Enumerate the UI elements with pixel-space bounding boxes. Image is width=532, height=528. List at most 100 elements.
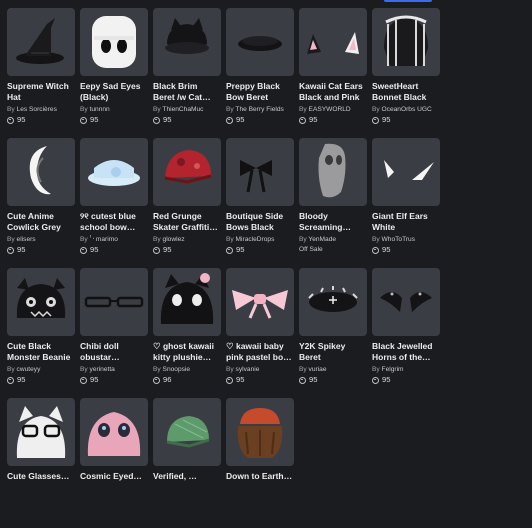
creator-name[interactable]: yerinetta xyxy=(90,366,115,373)
item-creator[interactable]: By tunnnn xyxy=(80,105,148,114)
item-card[interactable]: Chibi doll obustar glasse… By yerinetta … xyxy=(80,268,148,398)
item-card[interactable]: Eepy Sad Eyes (Black) By tunnnn 95 xyxy=(80,8,148,138)
item-card[interactable]: Cosmic Eyed… xyxy=(80,398,148,528)
creator-name[interactable]: YenMade xyxy=(308,236,336,243)
item-name[interactable]: Cute Black Monster Beanie xyxy=(7,341,75,363)
item-name[interactable]: Y2K Spikey Beret xyxy=(299,341,367,363)
creator-name[interactable]: tunnnn xyxy=(90,106,110,113)
item-thumbnail[interactable] xyxy=(80,268,148,336)
creator-name[interactable]: WhoToTrus xyxy=(382,236,415,243)
creator-name[interactable]: sylvanie xyxy=(236,366,260,373)
item-name[interactable]: Boutique Side Bows Black xyxy=(226,211,294,233)
item-thumbnail[interactable] xyxy=(299,8,367,76)
item-name[interactable]: ♡ ghost kawaii kitty plushie… xyxy=(153,341,221,363)
creator-name[interactable]: Felgrim xyxy=(382,366,404,373)
item-card[interactable]: Black Jewelled Horns of the… By Felgrim … xyxy=(372,268,440,398)
creator-name[interactable]: ThienChaMuc xyxy=(162,106,203,113)
item-creator[interactable]: By cwuteyy xyxy=(7,365,75,374)
item-name[interactable]: Kawaii Cat Ears Black and Pink xyxy=(299,81,367,103)
creator-name[interactable]: Snoopsie xyxy=(163,366,191,373)
item-card[interactable]: ୨୧ cutest blue school bow… By ꜝ᠂ marimo … xyxy=(80,138,148,268)
item-card[interactable]: Y2K Spikey Beret By vuriae 95 xyxy=(299,268,367,398)
creator-name[interactable]: Les Sorcières xyxy=(17,106,57,113)
item-thumbnail[interactable] xyxy=(299,138,367,206)
item-creator[interactable]: By ThienChaMuc xyxy=(153,105,221,114)
item-thumbnail[interactable] xyxy=(226,268,294,336)
item-thumbnail[interactable] xyxy=(153,398,221,466)
item-thumbnail[interactable] xyxy=(7,8,75,76)
item-thumbnail[interactable] xyxy=(80,138,148,206)
item-thumbnail[interactable] xyxy=(153,8,221,76)
item-card[interactable]: Cute Anime Cowlick Grey By elisers 95 xyxy=(7,138,75,268)
item-thumbnail[interactable] xyxy=(226,138,294,206)
item-name[interactable]: SweetHeart Bonnet Black xyxy=(372,81,440,103)
item-thumbnail[interactable] xyxy=(7,138,75,206)
item-card[interactable]: Verified, … xyxy=(153,398,221,528)
item-thumbnail[interactable] xyxy=(80,8,148,76)
creator-name[interactable]: elisers xyxy=(17,236,36,243)
creator-name[interactable]: The Berry Fields xyxy=(235,106,283,113)
item-name[interactable]: Chibi doll obustar glasse… xyxy=(80,341,148,363)
item-thumbnail[interactable] xyxy=(7,268,75,336)
creator-name[interactable]: vuriae xyxy=(309,366,327,373)
item-name[interactable]: Cosmic Eyed… xyxy=(80,471,148,493)
item-creator[interactable]: By Snoopsie xyxy=(153,365,221,374)
item-card[interactable]: Preppy Black Bow Beret By The Berry Fiel… xyxy=(226,8,294,138)
item-name[interactable]: Verified, … xyxy=(153,471,221,493)
item-name[interactable]: Red Grunge Skater Graffiti… xyxy=(153,211,221,233)
item-name[interactable]: Giant Elf Ears White xyxy=(372,211,440,233)
item-creator[interactable]: By elisers xyxy=(7,235,75,244)
item-card[interactable]: ♡ ghost kawaii kitty plushie… By Snoopsi… xyxy=(153,268,221,398)
item-name[interactable]: Bloody Screaming… xyxy=(299,211,367,233)
item-card[interactable]: Supreme Witch Hat By Les Sorcières 95 xyxy=(7,8,75,138)
creator-name[interactable]: glowlez xyxy=(163,236,185,243)
item-name[interactable]: Cute Glasses… xyxy=(7,471,75,493)
item-card[interactable]: Black Brim Beret /w Cat… By ThienChaMuc … xyxy=(153,8,221,138)
item-name[interactable]: Black Brim Beret /w Cat… xyxy=(153,81,221,103)
item-creator[interactable]: By EASYWORLD xyxy=(299,105,367,114)
item-thumbnail[interactable] xyxy=(299,268,367,336)
item-thumbnail[interactable] xyxy=(7,398,75,466)
item-card[interactable]: ♡ kawaii baby pink pastel bo… By sylvani… xyxy=(226,268,294,398)
item-creator[interactable]: By sylvanie xyxy=(226,365,294,374)
item-card[interactable]: Cute Black Monster Beanie By cwuteyy 95 xyxy=(7,268,75,398)
item-creator[interactable]: By ꜝ᠂ marimo xyxy=(80,235,148,244)
item-name[interactable]: Black Jewelled Horns of the… xyxy=(372,341,440,363)
item-name[interactable]: Preppy Black Bow Beret xyxy=(226,81,294,103)
item-card[interactable]: SweetHeart Bonnet Black By OceanOrbs UGC… xyxy=(372,8,440,138)
item-thumbnail[interactable] xyxy=(372,138,440,206)
creator-name[interactable]: EASYWORLD xyxy=(309,106,351,113)
creator-name[interactable]: MiracleDrops xyxy=(236,236,275,243)
item-creator[interactable]: By vuriae xyxy=(299,365,367,374)
item-name[interactable]: ♡ kawaii baby pink pastel bo… xyxy=(226,341,294,363)
creator-name[interactable]: ꜝ᠂ marimo xyxy=(90,236,118,243)
item-creator[interactable]: By WhoToTrus xyxy=(372,235,440,244)
item-name[interactable]: Down to Earth… xyxy=(226,471,294,493)
item-creator[interactable]: By Les Sorcières xyxy=(7,105,75,114)
item-creator[interactable]: By yerinetta xyxy=(80,365,148,374)
item-creator[interactable]: By YenMade xyxy=(299,235,367,244)
creator-name[interactable]: cwuteyy xyxy=(17,366,41,373)
item-thumbnail[interactable] xyxy=(226,8,294,76)
item-creator[interactable]: By glowlez xyxy=(153,235,221,244)
item-thumbnail[interactable] xyxy=(153,138,221,206)
item-creator[interactable]: By OceanOrbs UGC xyxy=(372,105,440,114)
item-card[interactable]: Kawaii Cat Ears Black and Pink By EASYWO… xyxy=(299,8,367,138)
item-thumbnail[interactable] xyxy=(80,398,148,466)
item-thumbnail[interactable] xyxy=(153,268,221,336)
item-card[interactable]: Red Grunge Skater Graffiti… By glowlez 9… xyxy=(153,138,221,268)
item-thumbnail[interactable] xyxy=(372,268,440,336)
item-thumbnail[interactable] xyxy=(226,398,294,466)
item-thumbnail[interactable] xyxy=(372,8,440,76)
item-card[interactable]: Down to Earth… xyxy=(226,398,294,528)
item-card[interactable]: Cute Glasses… xyxy=(7,398,75,528)
creator-name[interactable]: OceanOrbs UGC xyxy=(382,106,432,113)
item-card[interactable]: Boutique Side Bows Black By MiracleDrops… xyxy=(226,138,294,268)
item-creator[interactable]: By Felgrim xyxy=(372,365,440,374)
item-name[interactable]: Cute Anime Cowlick Grey xyxy=(7,211,75,233)
item-name[interactable]: Supreme Witch Hat xyxy=(7,81,75,103)
item-creator[interactable]: By MiracleDrops xyxy=(226,235,294,244)
item-name[interactable]: Eepy Sad Eyes (Black) xyxy=(80,81,148,103)
item-name[interactable]: ୨୧ cutest blue school bow… xyxy=(80,211,148,233)
item-card[interactable]: Giant Elf Ears White By WhoToTrus 95 xyxy=(372,138,440,268)
